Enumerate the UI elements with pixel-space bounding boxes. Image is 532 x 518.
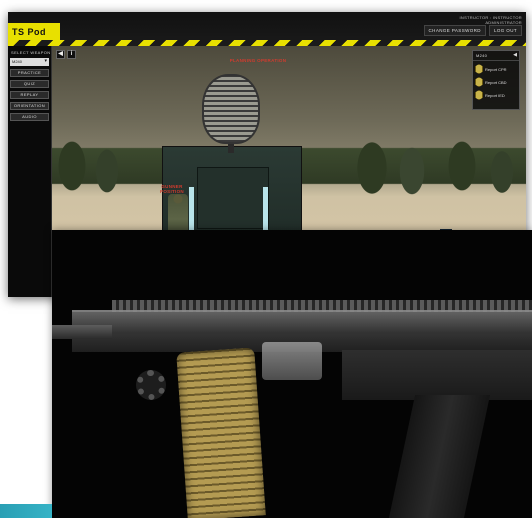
- accent-bar: [0, 504, 52, 518]
- ammunition-belt: [176, 347, 266, 518]
- report-item[interactable]: Report IED: [475, 90, 517, 100]
- quiz-button[interactable]: QUIZ: [10, 80, 49, 88]
- callout-gunner: GUNNER POSITION: [160, 184, 184, 194]
- gas-tube: [52, 325, 112, 339]
- replay-button[interactable]: REPLAY: [10, 91, 49, 99]
- trigger-group: [342, 350, 532, 400]
- badge-icon: [475, 77, 483, 87]
- weapon-select[interactable]: M240 ▾: [10, 58, 49, 66]
- instructor-info: INSTRUCTOR : INSTRUCTOR ADMINISTRATOR: [430, 15, 522, 25]
- audio-button[interactable]: AUDIO: [10, 113, 49, 121]
- select-weapon-label: SELECT WEAPON: [11, 50, 51, 55]
- callout-planning: PLANNING OPERATION: [229, 58, 287, 63]
- report-label: Report CPR: [485, 66, 507, 72]
- chevron-down-icon: ▾: [44, 58, 47, 64]
- sidebar: SELECT WEAPON M240 ▾ PRACTICE QUIZ REPLA…: [8, 46, 52, 297]
- collapse-icon[interactable]: ◀: [513, 52, 517, 58]
- change-password-button[interactable]: CHANGE PASSWORD: [423, 25, 486, 36]
- gear-mechanism: [136, 370, 166, 400]
- report-label: Report IED: [485, 92, 505, 98]
- report-item[interactable]: Report CBD: [475, 77, 517, 87]
- badge-icon: [475, 64, 483, 74]
- orientation-button[interactable]: ORIENTATION: [10, 102, 49, 110]
- top-bar: TS Pod INSTRUCTOR : INSTRUCTOR ADMINISTR…: [8, 12, 526, 46]
- practice-button[interactable]: PRACTICE: [10, 69, 49, 77]
- report-panel: M240 ◀ Report CPR Report CBD Report IED: [472, 50, 520, 110]
- badge-icon: [475, 90, 483, 100]
- radar-dish: [202, 74, 260, 144]
- bolt-carrier: [262, 342, 322, 380]
- back-icon[interactable]: ◀: [56, 50, 65, 59]
- report-item[interactable]: Report CPR: [475, 64, 517, 74]
- report-label: Report CBD: [485, 79, 507, 85]
- pistol-grip: [388, 395, 491, 518]
- weapon-xray-view[interactable]: [52, 230, 532, 518]
- weapon-select-value: M240: [12, 59, 23, 64]
- account-links: CHANGE PASSWORD LOG OUT: [423, 25, 522, 36]
- info-icon[interactable]: i: [67, 50, 76, 59]
- log-out-button[interactable]: LOG OUT: [488, 25, 522, 36]
- panel-title: M240: [473, 51, 519, 61]
- app-logo: TS Pod: [8, 23, 60, 40]
